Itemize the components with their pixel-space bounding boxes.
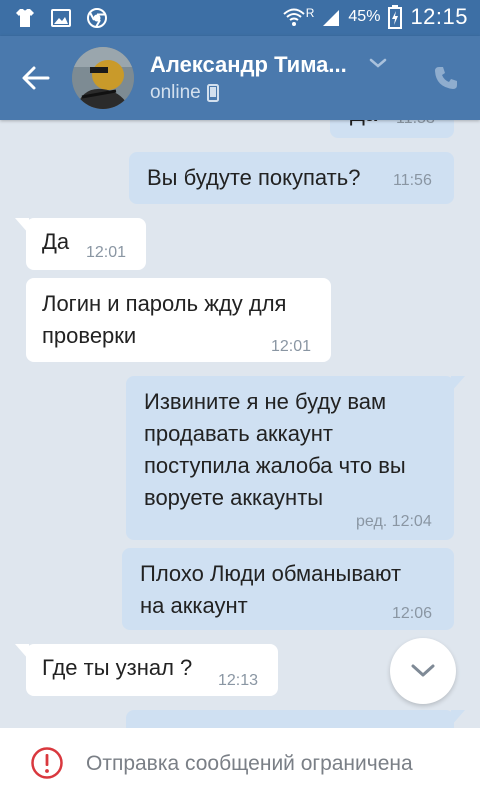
avatar[interactable] — [72, 47, 134, 109]
message-bubble-outgoing[interactable]: Плохо Люди обманывают на аккаунт 12:06 — [122, 548, 454, 630]
message-bubble-outgoing[interactable] — [126, 710, 465, 728]
message-bubble-outgoing[interactable]: Вы будуте покупать? 11:56 — [129, 152, 454, 204]
restriction-bar: Отправка сообщений ограничена — [0, 728, 480, 800]
message-time: 11:53 — [396, 120, 435, 128]
mobile-icon — [206, 84, 219, 102]
online-status: online — [150, 82, 219, 104]
message-bubble-outgoing[interactable]: Извините я не буду вам продавать аккаунт… — [126, 376, 465, 540]
chevron-down-icon[interactable] — [368, 56, 388, 70]
contact-name[interactable]: Александр Тима... — [150, 52, 347, 78]
message-time: 11:56 — [393, 172, 432, 189]
online-status-text: online — [150, 82, 201, 103]
battery-charging-icon — [388, 5, 403, 29]
message-text: Да — [42, 229, 70, 254]
message-bubble-incoming[interactable]: Логин и пароль жду для проверки 12:01 — [26, 278, 331, 362]
bubble-tail — [451, 710, 465, 726]
gallery-icon — [51, 9, 71, 27]
message-time: 12:13 — [218, 672, 259, 689]
message-time: 12:06 — [392, 605, 433, 622]
system-status-bar: R 45% 12:15 — [0, 0, 480, 36]
chat-header: Александр Тима... online — [0, 36, 480, 120]
message-time: ред. 12:04 — [356, 513, 432, 530]
arrow-left-icon[interactable] — [20, 62, 52, 94]
message-text: Где ты узнал ? — [42, 655, 193, 680]
scroll-to-bottom-button[interactable] — [390, 638, 456, 704]
exclamation-circle-icon — [31, 747, 63, 779]
bubble-tail — [15, 644, 29, 660]
bubble-tail — [451, 376, 465, 392]
message-list[interactable]: Да 11:53 Вы будуте покупать? 11:56 Да 12… — [0, 120, 480, 728]
clock: 12:15 — [410, 4, 468, 29]
battery-percent: 45% — [348, 8, 381, 25]
chevron-down-icon — [411, 664, 435, 677]
wifi-icon — [283, 8, 305, 26]
message-bubble-incoming[interactable]: Да 12:01 — [15, 218, 146, 270]
phone-icon[interactable] — [432, 64, 460, 92]
message-bubble-outgoing[interactable]: Да 11:53 — [330, 120, 454, 138]
signal-icon — [323, 10, 340, 26]
message-text: Извините я не буду вам продавать аккаунт… — [144, 389, 406, 510]
restriction-message: Отправка сообщений ограничена — [86, 752, 413, 775]
message-text: Плохо Люди обманывают на аккаунт — [140, 561, 402, 618]
message-time: 12:01 — [86, 244, 127, 261]
message-bubble-incoming[interactable]: Где ты узнал ? 12:13 — [15, 644, 278, 696]
message-text: Логин и пароль жду для проверки — [42, 291, 287, 348]
chrome-icon — [87, 8, 107, 28]
bubble-tail — [15, 218, 29, 234]
message-text: Да — [350, 120, 377, 130]
message-text: Вы будуте покупать? — [147, 165, 361, 190]
message-time: 12:01 — [271, 338, 312, 355]
tshirt-icon — [16, 9, 34, 27]
roaming-indicator: R — [305, 6, 315, 20]
